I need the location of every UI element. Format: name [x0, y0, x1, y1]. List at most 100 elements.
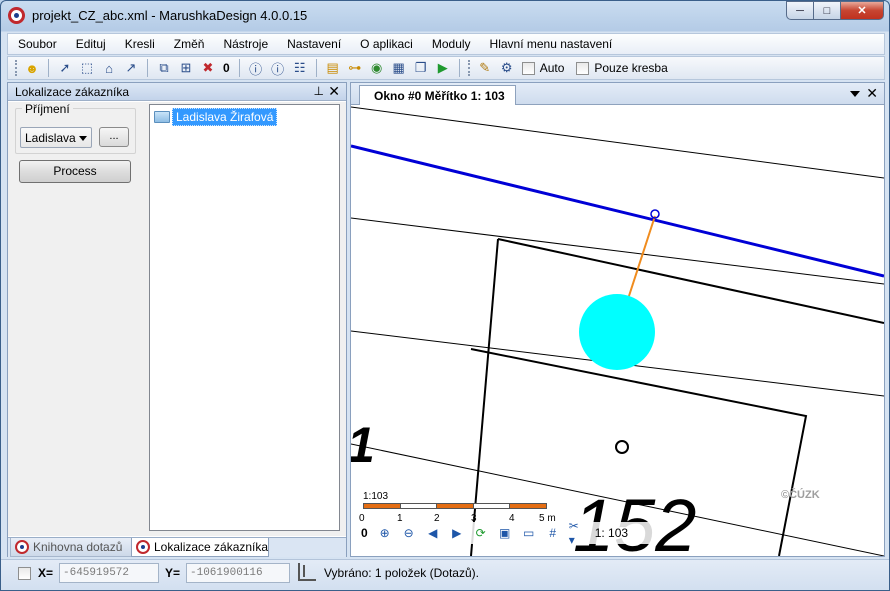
- window-list-dropdown-icon[interactable]: [850, 91, 860, 97]
- smiley-icon[interactable]: ☻: [23, 59, 41, 77]
- pouze-kresba-checkbox-box[interactable]: [576, 61, 590, 75]
- menu-kresli[interactable]: Kresli: [125, 37, 155, 51]
- select-polygon-icon[interactable]: ⌂: [100, 59, 118, 77]
- application-window: projekt_CZ_abc.xml - MarushkaDesign 4.0.…: [0, 0, 890, 591]
- panel-close-icon[interactable]: ✕: [328, 83, 340, 100]
- auto-checkbox-box[interactable]: [521, 61, 535, 75]
- ruler-pencil-icon[interactable]: ✎: [476, 59, 494, 77]
- results-tree[interactable]: Ladislava Žirafová: [149, 104, 340, 531]
- pin-icon[interactable]: ⊥: [314, 84, 324, 98]
- menu-edituj[interactable]: Edituj: [76, 37, 106, 51]
- folder-icon: [154, 111, 170, 123]
- surname-combobox-value: Ladislava: [25, 131, 76, 145]
- panel-tabs: Knihovna dotazů Lokalizace zákazníka: [8, 537, 346, 557]
- select-arrow-icon[interactable]: ➚: [56, 59, 74, 77]
- browse-button[interactable]: ...: [99, 127, 129, 147]
- chevron-down-icon[interactable]: [79, 136, 87, 141]
- map-scale-value[interactable]: 1: 103: [595, 526, 628, 540]
- tree-item-label[interactable]: Ladislava Žirafová: [172, 108, 278, 126]
- auto-checkbox[interactable]: Auto: [521, 61, 573, 75]
- image-icon[interactable]: ▣: [497, 525, 513, 541]
- parcel-line: [351, 217, 884, 285]
- minimize-button[interactable]: ─: [786, 1, 813, 20]
- parcel-line: [351, 106, 884, 179]
- measure-icon[interactable]: [298, 563, 316, 581]
- toolbar-grip[interactable]: [467, 60, 471, 76]
- map-tab-bar: Okno #0 Měřítko 1: 103 ✕: [351, 83, 884, 105]
- panel-header: Lokalizace zákazníka ⊥ ✕: [8, 83, 346, 101]
- main-toolbar: ☻ ➚ ⬚ ⌂ ↗ ⧉ ⊞ ✖ 0 ⓘ ⓘ ☷ ▤ ⊶ ◉ ▦ ❐ ▶ ✎ ⚙ …: [7, 56, 885, 80]
- caption-buttons: ─ □ ✕: [786, 1, 884, 20]
- menu-o-aplikaci[interactable]: O aplikaci: [360, 37, 413, 51]
- menu-moduly[interactable]: Moduly: [432, 37, 471, 51]
- back-arrow-icon[interactable]: ◀: [425, 525, 441, 541]
- toolbar-separator: [315, 59, 317, 77]
- menu-nastroje[interactable]: Nástroje: [223, 37, 268, 51]
- map-canvas[interactable]: 1 152 ©ČÚZK 1:103 0 1 2 3 4 5 m 0: [351, 106, 884, 556]
- grid-icon[interactable]: #: [545, 525, 561, 541]
- app-logo-icon: [15, 540, 29, 554]
- selection-clear-icon[interactable]: ✖: [199, 59, 217, 77]
- coordinates-checkbox[interactable]: [18, 567, 31, 580]
- parcel-number-right: 152: [573, 484, 696, 556]
- title-bar[interactable]: projekt_CZ_abc.xml - MarushkaDesign 4.0.…: [1, 1, 889, 31]
- surname-group-label: Příjmení: [22, 102, 73, 116]
- parcel-number-left: 1: [351, 417, 375, 473]
- survey-point-marker: [615, 440, 629, 454]
- zoom-out-icon[interactable]: ⊖: [401, 525, 417, 541]
- zoom-in-icon[interactable]: ⊕: [377, 525, 393, 541]
- select-rectangle-icon[interactable]: ⬚: [78, 59, 96, 77]
- tree-item[interactable]: Ladislava Žirafová: [154, 108, 278, 126]
- maximize-button[interactable]: □: [813, 1, 840, 20]
- windows-icon[interactable]: ❐: [412, 59, 430, 77]
- info-window-icon[interactable]: ⓘ: [269, 59, 287, 77]
- select-line-icon[interactable]: ↗: [122, 59, 140, 77]
- toolbar-grip[interactable]: [15, 60, 18, 76]
- info-icon[interactable]: ⓘ: [247, 59, 265, 77]
- map-close-icon[interactable]: ✕: [866, 85, 878, 102]
- selection-counter: 0: [223, 61, 230, 75]
- map-window-tab[interactable]: Okno #0 Měřítko 1: 103: [359, 85, 516, 105]
- app-logo-icon: [136, 540, 150, 554]
- tab-label: Knihovna dotazů: [33, 540, 123, 554]
- forward-arrow-icon[interactable]: ▶: [449, 525, 465, 541]
- menu-soubor[interactable]: Soubor: [18, 37, 57, 51]
- refresh-icon[interactable]: ⟳: [473, 525, 489, 541]
- selection-filter-icon[interactable]: ⊞: [177, 59, 195, 77]
- process-button[interactable]: Process: [19, 160, 131, 183]
- tab-lokalizace-zakaznika[interactable]: Lokalizace zákazníka: [131, 538, 269, 557]
- full-extent-icon[interactable]: ▭: [521, 525, 537, 541]
- info-list-icon[interactable]: ☷: [291, 59, 309, 77]
- map-toolbar: 0 ⊕ ⊖ ◀ ▶ ⟳ ▣ ▭ # ✂▾ 1: 103: [357, 519, 657, 547]
- menu-nastaveni[interactable]: Nastavení: [287, 37, 341, 51]
- pouze-kresba-checkbox-label: Pouze kresba: [594, 61, 668, 75]
- x-label: X=: [38, 566, 54, 580]
- surname-combobox[interactable]: Ladislava: [20, 127, 92, 148]
- orange-connector-line[interactable]: [627, 215, 656, 300]
- blue-utility-line[interactable]: [351, 144, 884, 278]
- surname-group: Příjmení Ladislava ...: [15, 102, 136, 154]
- layers-folder-icon[interactable]: ▤: [324, 59, 342, 77]
- copyright-watermark: ©ČÚZK: [781, 489, 820, 501]
- close-button[interactable]: ✕: [840, 1, 884, 20]
- status-bar: X= -645919572 Y= -1061900116 Vybráno: 1 …: [1, 559, 889, 590]
- run-icon[interactable]: ▶: [434, 59, 452, 77]
- tree-structure-icon[interactable]: ⊶: [346, 59, 364, 77]
- menu-zmen[interactable]: Změň: [174, 37, 205, 51]
- tab-knihovna-dotazu[interactable]: Knihovna dotazů: [10, 538, 133, 557]
- map-settings-icon[interactable]: ⚙: [498, 59, 516, 77]
- y-coordinate-field[interactable]: -1061900116: [186, 563, 290, 583]
- scale-segment: [437, 504, 474, 508]
- map-window: Okno #0 Měřítko 1: 103 ✕ 152 ©ČÚZK 1:103…: [350, 82, 885, 557]
- tools-dropdown-icon[interactable]: ✂▾: [569, 519, 585, 547]
- pouze-kresba-checkbox[interactable]: Pouze kresba: [576, 61, 675, 75]
- table-icon[interactable]: ▦: [390, 59, 408, 77]
- status-message: Vybráno: 1 položek (Dotazů).: [324, 566, 479, 580]
- menu-hlavni-menu-nastaveni[interactable]: Hlavní menu nastavení: [490, 37, 613, 51]
- globe-icon[interactable]: ◉: [368, 59, 386, 77]
- cyan-customer-point[interactable]: [579, 294, 655, 370]
- tab-label: Lokalizace zákazníka: [154, 540, 269, 554]
- x-coordinate-field[interactable]: -645919572: [59, 563, 159, 583]
- selection-add-icon[interactable]: ⧉: [155, 59, 173, 77]
- window-title: projekt_CZ_abc.xml - MarushkaDesign 4.0.…: [32, 8, 308, 23]
